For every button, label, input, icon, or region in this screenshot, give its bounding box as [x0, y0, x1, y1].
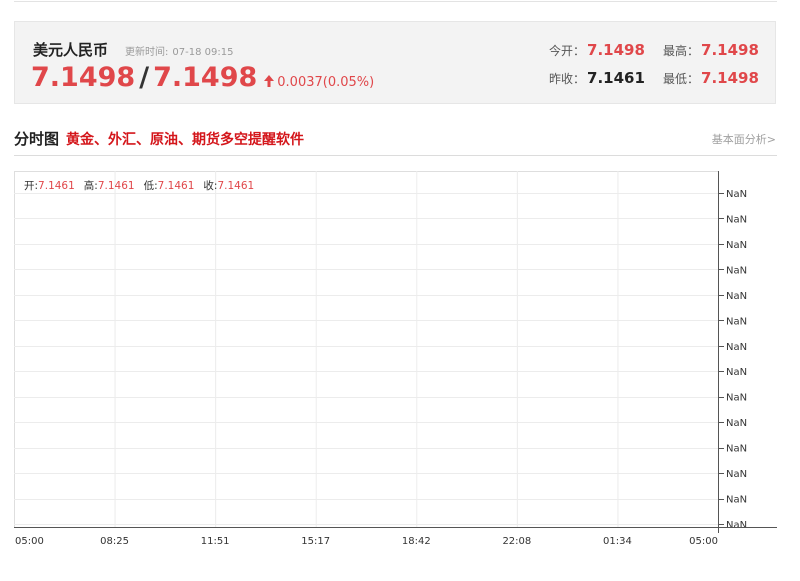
x-tick-label: 08:25 [100, 536, 129, 547]
ohlc-high-label: 高: [83, 180, 98, 192]
plot-frame [14, 171, 719, 528]
stat-low-label: 最低： [663, 72, 700, 86]
ohlc-low-value: 7.1461 [157, 180, 195, 192]
stat-open: 今开： 7.1498 [549, 41, 645, 59]
y-tick-label: NaN [726, 367, 747, 378]
ohlc-open-label: 开: [24, 180, 39, 192]
ohlc-close-value: 7.1461 [217, 180, 255, 192]
top-divider [14, 1, 777, 2]
price-separator: / [139, 62, 150, 93]
stat-high: 最高： 7.1498 [663, 41, 759, 59]
page: 美元人民币 更新时间: 07-18 09:15 7.1498 / 7.1498 0… [0, 0, 800, 581]
ohlc-low-label: 低: [143, 180, 158, 192]
x-tick-label: 15:17 [301, 536, 330, 547]
y-tick-label: NaN [726, 240, 747, 251]
quote-panel: 美元人民币 更新时间: 07-18 09:15 7.1498 / 7.1498 0… [14, 21, 776, 104]
y-tick-label: NaN [726, 469, 747, 480]
stat-prev-close-label: 昨收： [549, 72, 586, 86]
stat-low-value: 7.1498 [701, 69, 759, 87]
y-tick-label: NaN [726, 520, 747, 531]
x-tick-label: 11:51 [201, 536, 230, 547]
stat-prev-close-value: 7.1461 [587, 69, 645, 87]
section-title: 分时图 [14, 130, 60, 148]
ohlc-high-value: 7.1461 [97, 180, 135, 192]
y-tick-label: NaN [726, 316, 747, 327]
y-tick-label: NaN [726, 265, 747, 276]
chart-canvas[interactable]: 05:00 08:25 11:51 15:17 18:42 22:08 01:34 05:00… [14, 171, 777, 561]
price-change: 0.0037(0.05%) [277, 75, 375, 90]
stat-low: 最低： 7.1498 [663, 69, 759, 87]
x-tick-label: 05:00 [15, 536, 44, 547]
bid-price: 7.1498 [31, 62, 136, 93]
y-tick-label: NaN [726, 444, 747, 455]
fundamental-analysis-link[interactable]: 基本面分析> [712, 131, 776, 147]
x-tick-label: 05:00 [689, 536, 718, 547]
y-tick-label: NaN [726, 393, 747, 404]
y-tick-label: NaN [726, 214, 747, 225]
y-tick-label: NaN [726, 418, 747, 429]
update-time: 更新时间: 07-18 09:15 [125, 43, 233, 58]
section-divider [14, 155, 777, 156]
update-time-value: 07-18 09:15 [172, 47, 234, 58]
stat-open-label: 今开： [549, 44, 586, 58]
ohlc-close-label: 收: [203, 180, 218, 192]
intraday-chart[interactable]: 开:7.1461 高:7.1461 低:7.1461 收:7.1461 05:00 08… [14, 171, 777, 561]
stat-prev-close: 昨收： 7.1461 [549, 69, 645, 87]
y-tick-label: NaN [726, 189, 747, 200]
x-tick-label: 22:08 [502, 536, 531, 547]
x-tick-label: 18:42 [402, 536, 431, 547]
stat-high-value: 7.1498 [701, 41, 759, 59]
ohlc-open-value: 7.1461 [38, 180, 75, 192]
promo-link[interactable]: 黄金、外汇、原油、期货多空提醒软件 [66, 129, 304, 149]
arrow-up-icon [264, 72, 275, 87]
stat-open-value: 7.1498 [587, 41, 645, 59]
stat-high-label: 最高： [663, 44, 700, 58]
price-row: 7.1498 / 7.1498 0.0037(0.05%) [31, 62, 374, 96]
ask-price: 7.1498 [153, 62, 258, 93]
ohlc-readout: 开:7.1461 高:7.1461 低:7.1461 收:7.1461 [24, 178, 263, 193]
instrument-name: 美元人民币 [33, 41, 109, 59]
update-time-label: 更新时间: [125, 47, 169, 58]
y-tick-label: NaN [726, 291, 747, 302]
y-tick-label: NaN [726, 495, 747, 506]
y-tick-label: NaN [726, 342, 747, 353]
x-tick-label: 01:34 [603, 536, 632, 547]
